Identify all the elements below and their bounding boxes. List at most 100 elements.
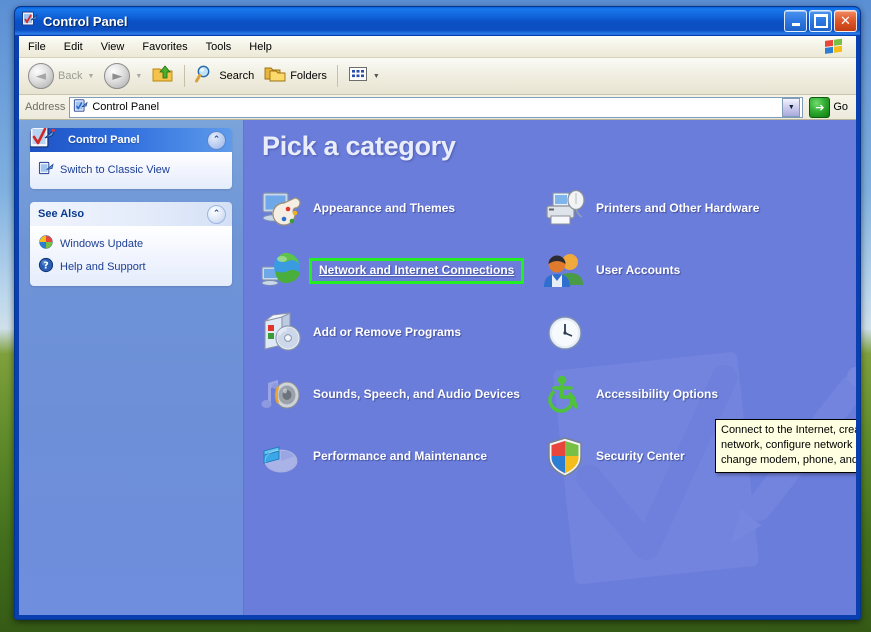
category-label: Accessibility Options (596, 387, 719, 402)
address-bar: Address Control Panel ▼ ➔ Go (19, 95, 856, 120)
sidebar-panel-header[interactable]: See Also ⌃ (30, 202, 232, 226)
menu-tools[interactable]: Tools (198, 39, 240, 55)
category-printers-and-other-hardware[interactable]: Printers and Other Hardware (537, 178, 850, 240)
address-value: Control Panel (92, 101, 160, 113)
menu-bar: File Edit View Favorites Tools Help (19, 36, 856, 58)
folders-button[interactable]: Folders (259, 61, 332, 91)
search-label: Search (219, 70, 255, 82)
close-icon: ✕ (840, 13, 851, 29)
control-panel-icon (21, 10, 38, 32)
performance-maintenance-icon (260, 435, 304, 479)
classic-view-icon (38, 160, 54, 179)
back-dropdown-icon[interactable]: ▼ (87, 73, 94, 80)
add-remove-programs-icon (260, 311, 304, 355)
chevron-up-icon[interactable]: ⌃ (207, 204, 226, 224)
sidebar-panel-see-also: See Also ⌃ Windows Update ? Help and Sup… (30, 202, 232, 286)
category-label: Performance and Maintenance (313, 449, 488, 464)
category-label: User Accounts (596, 263, 681, 278)
sidebar-link-label: Help and Support (60, 260, 146, 273)
sounds-audio-icon (260, 373, 304, 417)
control-panel-window: Control Panel ✕ File Edit View Favorites… (14, 6, 861, 620)
category-label: Add or Remove Programs (313, 325, 462, 340)
category-label: Security Center (596, 449, 685, 464)
category-network-and-internet-connections[interactable]: Network and Internet Connections (254, 240, 537, 302)
forward-button[interactable]: ► ▼ (99, 61, 147, 91)
category-label: Network and Internet Connections (309, 257, 525, 285)
sidebar-panel-title: See Also (38, 208, 85, 220)
sidebar-link-help-and-support[interactable]: ? Help and Support (38, 255, 224, 278)
windows-flag-icon (818, 36, 852, 57)
category-content-area: Pick a category Appearance and Themes Pr… (244, 120, 856, 615)
category-date-time-language-regional-options[interactable]: Date, Time, Language, and Regional Optio… (537, 302, 850, 364)
svg-text:?: ? (43, 261, 49, 272)
category-performance-and-maintenance[interactable]: Performance and Maintenance (254, 426, 537, 488)
maximize-icon (813, 14, 828, 28)
category-label: Sounds, Speech, and Audio Devices (313, 387, 520, 402)
sidebar-panel-control-panel: Control Panel ⌃ Switch to Classic View (30, 128, 232, 189)
up-folder-icon (152, 64, 174, 89)
back-label: Back (58, 70, 83, 82)
menu-file[interactable]: File (20, 39, 54, 55)
category-label: Appearance and Themes (313, 201, 456, 216)
folders-icon (264, 64, 286, 89)
category-appearance-and-themes[interactable]: Appearance and Themes (254, 178, 537, 240)
search-button[interactable]: Search (190, 61, 259, 91)
views-dropdown-icon[interactable]: ▼ (373, 73, 380, 80)
category-label: Printers and Other Hardware (596, 201, 760, 216)
close-button[interactable]: ✕ (834, 10, 857, 32)
window-body: Control Panel ⌃ Switch to Classic View S… (19, 120, 856, 615)
date-time-icon (543, 311, 587, 355)
title-bar-left: Control Panel (21, 10, 784, 32)
user-accounts-icon (543, 249, 587, 293)
security-center-icon (543, 435, 587, 479)
menu-favorites[interactable]: Favorites (134, 39, 195, 55)
minimize-icon (791, 23, 800, 26)
accessibility-icon (543, 373, 587, 417)
toolbar-separator-1 (184, 65, 186, 87)
minimize-button[interactable] (784, 10, 807, 32)
category-accessibility-options[interactable]: Accessibility Options (537, 364, 850, 426)
forward-dropdown-icon[interactable]: ▼ (135, 73, 142, 80)
folders-label: Folders (290, 70, 327, 82)
toolbar-separator-2 (336, 65, 338, 87)
sidebar-link-switch-classic-view[interactable]: Switch to Classic View (38, 158, 224, 181)
window-client-area: File Edit View Favorites Tools Help ◄ Ba… (18, 35, 857, 616)
sidebar-panel-body: Switch to Classic View (30, 152, 232, 189)
sidebar-panel-title: Control Panel (68, 134, 140, 146)
category-user-accounts[interactable]: User Accounts (537, 240, 850, 302)
chevron-up-icon[interactable]: ⌃ (207, 130, 226, 150)
control-panel-clipboard-icon (30, 128, 56, 151)
printers-hardware-icon (543, 187, 587, 231)
back-arrow-icon: ◄ (28, 63, 54, 89)
address-input[interactable]: Control Panel ▼ (69, 96, 804, 118)
sidebar-panel-body: Windows Update ? Help and Support (30, 226, 232, 286)
help-icon: ? (38, 257, 54, 276)
views-button[interactable]: ▼ (343, 61, 385, 91)
title-bar[interactable]: Control Panel ✕ (15, 7, 860, 35)
up-button[interactable] (147, 61, 179, 91)
forward-arrow-icon: ► (104, 63, 131, 89)
sidebar-panel-header[interactable]: Control Panel ⌃ (30, 128, 232, 152)
toolbar: ◄ Back ▼ ► ▼ Search Folders ▼ (19, 58, 856, 95)
back-button[interactable]: ◄ Back ▼ (23, 61, 99, 91)
go-arrow-icon: ➔ (809, 96, 831, 118)
network-internet-icon (260, 249, 304, 293)
search-icon (195, 64, 215, 89)
category-sounds-speech-audio-devices[interactable]: Sounds, Speech, and Audio Devices (254, 364, 537, 426)
menu-help[interactable]: Help (241, 39, 280, 55)
go-label: Go (833, 101, 848, 113)
control-panel-icon (73, 98, 89, 116)
page-title: Pick a category (262, 131, 456, 161)
address-dropdown-button[interactable]: ▼ (782, 97, 801, 117)
sidebar-link-label: Switch to Classic View (60, 163, 170, 176)
category-add-or-remove-programs[interactable]: Add or Remove Programs (254, 302, 537, 364)
category-tooltip: Connect to the Internet, create a home o… (715, 419, 856, 473)
go-button[interactable]: ➔ Go (807, 96, 854, 118)
sidebar-link-label: Windows Update (60, 237, 144, 250)
windows-update-icon (38, 234, 54, 253)
menu-view[interactable]: View (93, 39, 133, 55)
menu-edit[interactable]: Edit (56, 39, 91, 55)
maximize-button[interactable] (809, 10, 832, 32)
sidebar-link-windows-update[interactable]: Windows Update (38, 232, 224, 255)
window-controls: ✕ (784, 10, 857, 32)
